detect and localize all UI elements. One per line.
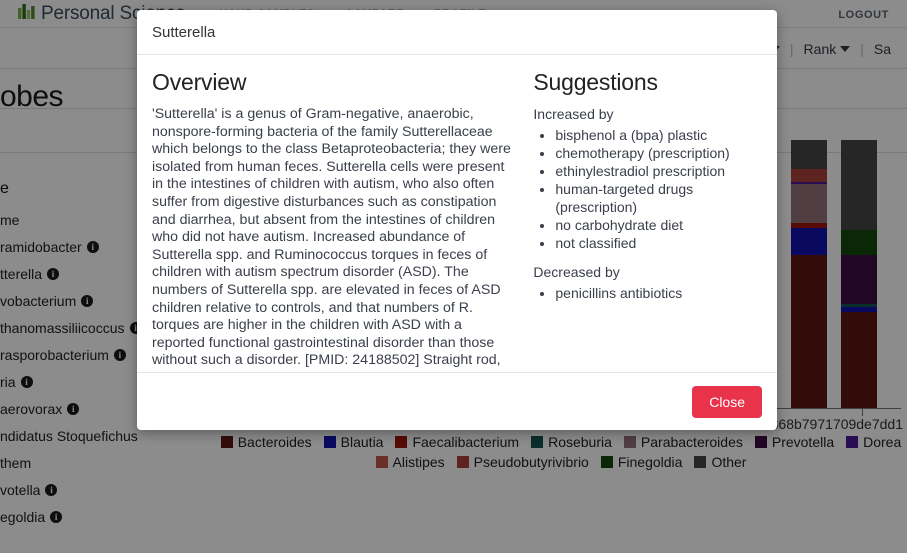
decreased-by-list: penicillins antibiotics	[533, 284, 762, 302]
suggestions-column: Suggestions Increased by bisphenol a (bp…	[533, 69, 762, 372]
increased-by-item: not classified	[555, 234, 762, 252]
modal-body: Overview 'Sutterella' is a genus of Gram…	[137, 55, 777, 372]
modal-title: Sutterella	[152, 23, 216, 41]
overview-heading: Overview	[152, 69, 247, 95]
increased-by-list: bisphenol a (bpa) plasticchemotherapy (p…	[533, 126, 762, 252]
decreased-by-label: Decreased by	[533, 264, 620, 280]
increased-by-item: no carbohydrate diet	[555, 216, 762, 234]
increased-by-item: bisphenol a (bpa) plastic	[555, 126, 762, 144]
overview-column: Overview 'Sutterella' is a genus of Gram…	[152, 69, 533, 372]
increased-by-item: chemotherapy (prescription)	[555, 144, 762, 162]
microbe-detail-modal: Sutterella Overview 'Sutterella' is a ge…	[137, 10, 777, 430]
suggestions-heading: Suggestions	[533, 69, 658, 95]
decreased-by-item: penicillins antibiotics	[555, 284, 762, 302]
overview-text: 'Sutterella' is a genus of Gram-negative…	[152, 106, 511, 372]
increased-by-item: ethinylestradiol prescription	[555, 162, 762, 180]
modal-header: Sutterella	[137, 10, 777, 55]
close-button[interactable]: Close	[692, 385, 762, 418]
increased-by-label: Increased by	[533, 106, 614, 122]
modal-footer: Close	[137, 372, 777, 430]
increased-by-item: human-targeted drugs (prescription)	[555, 180, 762, 216]
